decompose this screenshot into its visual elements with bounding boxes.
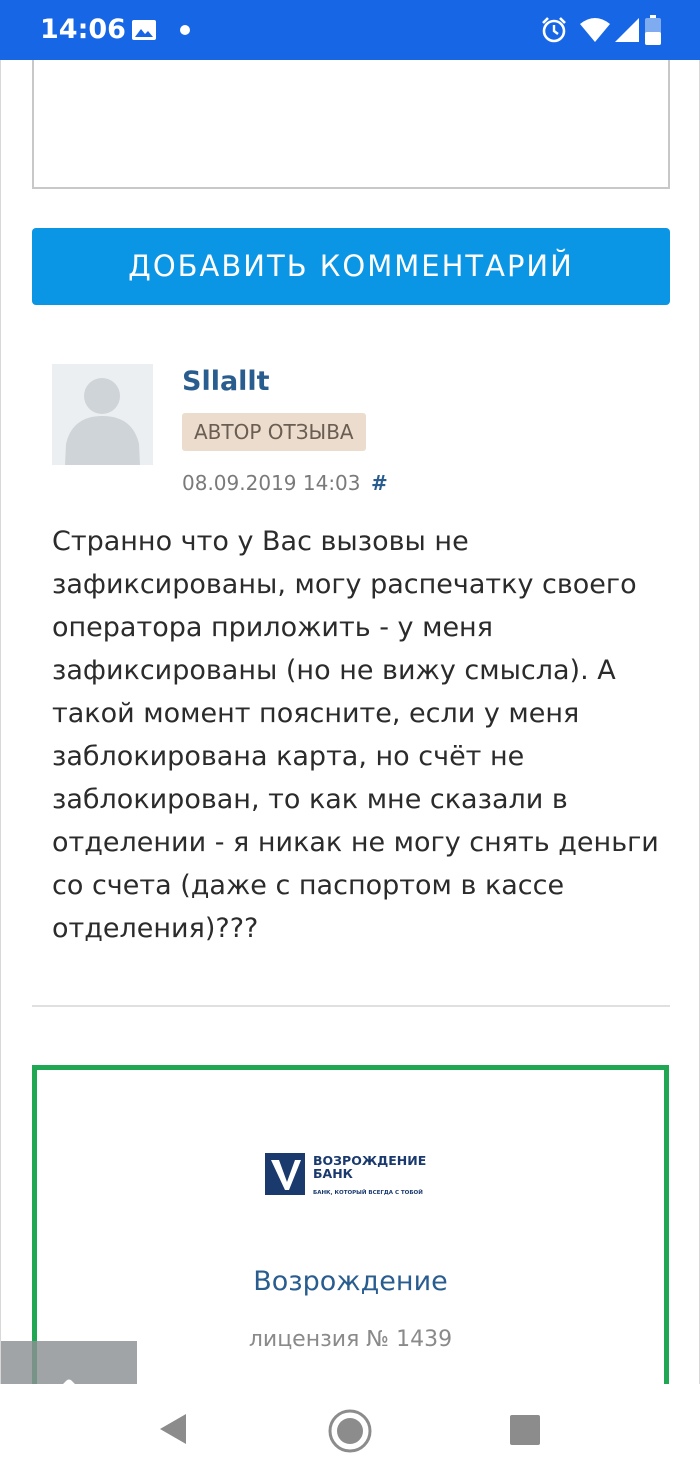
- bank-card[interactable]: ВОЗРОЖДЕНИЕ БАНК БАНК, КОТОРЫЙ ВСЕГДА С …: [32, 1065, 669, 1384]
- comment-author[interactable]: Sllallt: [182, 366, 270, 397]
- comment-line: зафиксированы (но не вижу смысла). А: [52, 655, 616, 686]
- back-triangle-icon[interactable]: [158, 1412, 188, 1446]
- bank-logo-tagline: БАНК, КОТОРЫЙ ВСЕГДА С ТОБОЙ: [313, 1188, 423, 1196]
- user-placeholder-icon: [52, 364, 153, 465]
- comment-line: со счета (даже с паспортом в кассе: [52, 870, 565, 901]
- navigation-bar: [0, 1384, 700, 1477]
- avatar: [52, 364, 153, 465]
- comment-date: 08.09.2019 14:03: [182, 471, 361, 495]
- recents-square-icon[interactable]: [510, 1415, 540, 1445]
- bank-logo-subtext: БАНК: [313, 1166, 354, 1181]
- comment-line: заблокирована карта, но счёт не: [52, 741, 525, 772]
- comment-line: отделении - я никак не могу снять деньги: [52, 827, 659, 858]
- status-time: 14:06: [40, 14, 126, 45]
- bank-name[interactable]: Возрождение: [37, 1266, 664, 1297]
- comment-line: Странно что у Вас вызовы не: [52, 526, 469, 557]
- notification-dot-icon: [180, 25, 190, 35]
- chevron-up-icon: [63, 1379, 75, 1384]
- divider: [32, 1005, 670, 1007]
- wifi-icon: [580, 18, 610, 42]
- status-bar: 14:06: [0, 0, 700, 60]
- comment-line: отделения)???: [52, 913, 259, 944]
- alarm-icon: [542, 17, 566, 43]
- comment-line: оператора приложить - у меня: [52, 612, 493, 643]
- comment-line: заблокирован, то как мне сказали в: [52, 784, 568, 815]
- battery-icon: [645, 15, 661, 45]
- image-notification-icon: [132, 20, 156, 40]
- comment-line: зафиксированы, могу распечатку своего: [52, 569, 637, 600]
- comment-line: такой момент поясните, если у меня: [52, 698, 580, 729]
- add-comment-button[interactable]: ДОБАВИТЬ КОММЕНТАРИЙ: [32, 228, 670, 305]
- page-content: ДОБАВИТЬ КОММЕНТАРИЙ Sllallt АВТОР ОТЗЫВ…: [0, 60, 700, 1384]
- comment-permalink[interactable]: #: [371, 471, 388, 495]
- signal-icon: [615, 18, 639, 42]
- scroll-to-top-button[interactable]: [1, 1341, 137, 1384]
- comment-body: Странно что у Вас вызовы не зафиксирован…: [52, 520, 659, 950]
- home-circle-icon[interactable]: [328, 1409, 372, 1453]
- bank-logo[interactable]: ВОЗРОЖДЕНИЕ БАНК БАНК, КОТОРЫЙ ВСЕГДА С …: [265, 1150, 445, 1200]
- author-badge: АВТОР ОТЗЫВА: [182, 413, 366, 451]
- comment-textarea[interactable]: [32, 60, 670, 189]
